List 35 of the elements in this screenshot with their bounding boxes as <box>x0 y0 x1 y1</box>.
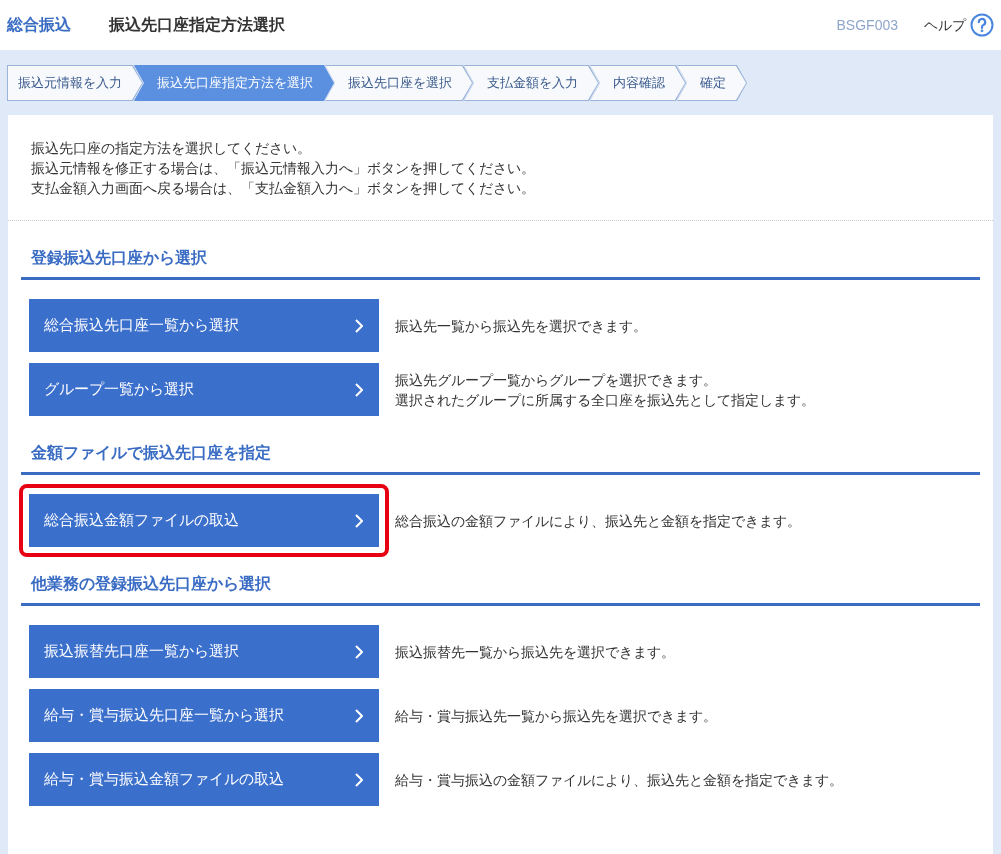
chevron-right-icon <box>355 318 363 333</box>
option-description: 総合振込の金額ファイルにより、振込先と金額を指定できます。 <box>395 511 801 531</box>
progress-step: 振込先口座指定方法を選択 <box>134 65 334 101</box>
page-title: 振込先口座指定方法選択 <box>109 15 285 35</box>
help-icon <box>970 13 994 37</box>
progress-step: 振込先口座を選択 <box>325 65 473 101</box>
option-description: 振込先グループ一覧からグループを選択できます。 <box>395 370 718 390</box>
section-heading: 金額ファイルで振込先口座を指定 <box>21 442 980 475</box>
progress-step: 内容確認 <box>590 65 686 101</box>
progress-step: 振込元情報を入力 <box>7 65 143 101</box>
select-button[interactable]: 振込振替先口座一覧から選択 <box>29 625 379 678</box>
screen-id: BSGF003 <box>836 15 898 35</box>
help-link[interactable]: ヘルプ <box>924 13 994 37</box>
option-description: 給与・賞与振込の金額ファイルにより、振込先と金額を指定できます。 <box>395 770 843 790</box>
select-button[interactable]: グループ一覧から選択 <box>29 363 379 416</box>
select-button[interactable]: 総合振込先口座一覧から選択 <box>29 299 379 352</box>
option-description: 振込振替先一覧から振込先を選択できます。 <box>395 642 675 662</box>
option-description: 選択されたグループに所属する全口座を振込先として指定します。 <box>395 390 815 410</box>
select-button[interactable]: 総合振込金額ファイルの取込 <box>29 494 379 547</box>
instruction-text: 振込先口座の指定方法を選択してください。 <box>31 139 312 158</box>
service-title: 総合振込 <box>7 15 71 35</box>
progress-step: 支払金額を入力 <box>464 65 599 101</box>
chevron-right-icon <box>355 382 363 397</box>
select-button[interactable]: 給与・賞与振込先口座一覧から選択 <box>29 689 379 742</box>
option-description: 振込先一覧から振込先を選択できます。 <box>395 316 647 336</box>
chevron-right-icon <box>355 513 363 528</box>
section-heading: 登録振込先口座から選択 <box>21 247 980 280</box>
select-button[interactable]: 給与・賞与振込金額ファイルの取込 <box>29 753 379 806</box>
instruction-text: 振込元情報を修正する場合は、「振込元情報入力へ」ボタンを押してください。 <box>31 159 536 178</box>
chevron-right-icon <box>355 644 363 659</box>
option-description: 給与・賞与振込先一覧から振込先を選択できます。 <box>395 706 717 726</box>
chevron-right-icon <box>355 772 363 787</box>
instruction-text: 支払金額入力画面へ戻る場合は、「支払金額入力へ」ボタンを押してください。 <box>31 179 536 198</box>
chevron-right-icon <box>355 708 363 723</box>
section-heading: 他業務の登録振込先口座から選択 <box>21 573 980 606</box>
